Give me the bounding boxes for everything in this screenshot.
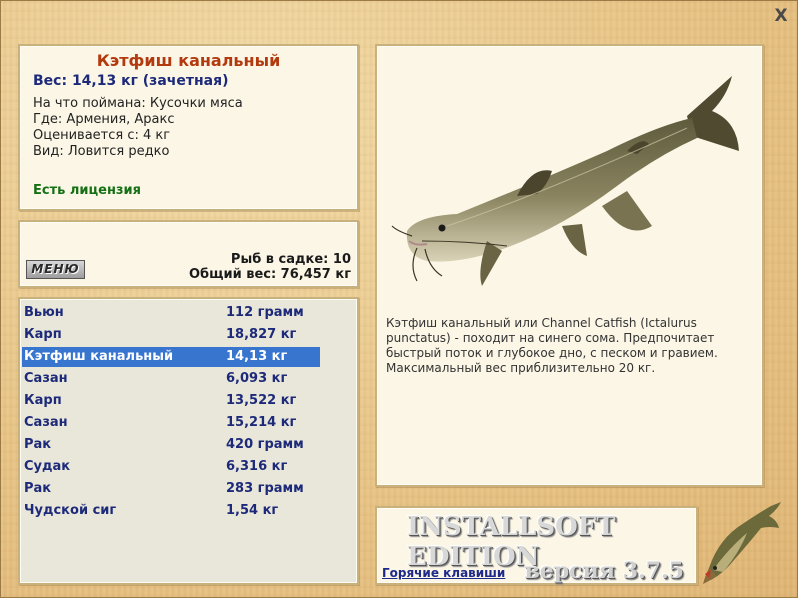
close-button[interactable]: X [771,7,791,25]
catch-row[interactable]: Карп 13,522 кг [22,391,320,411]
catch-name: Вьюн [24,305,64,320]
catch-weight: 283 грамм [226,481,304,496]
catch-row[interactable]: Рак 420 грамм [22,435,320,455]
catch-row[interactable]: Карп 18,827 кг [22,325,320,345]
brand-panel: INSTALLSOFT EDITION Горячие клавиши верс… [375,506,698,585]
catch-row[interactable]: Сазан 6,093 кг [22,369,320,389]
catch-row[interactable]: Судак 6,316 кг [22,457,320,477]
catch-name: Сазан [24,371,68,386]
pike-logo-icon [703,502,781,584]
catch-weight: 112 грамм [226,305,304,320]
catch-list: Вьюн 112 грамм Карп 18,827 кг Кэтфиш кан… [18,297,359,585]
hotkeys-link[interactable]: Горячие клавиши [382,566,505,580]
catch-weight: 420 грамм [226,437,304,452]
kind-info: Вид: Ловится редко [33,144,170,159]
catch-name: Карп [24,327,62,342]
catch-weight: 14,13 кг [226,349,288,364]
catch-row[interactable]: Сазан 15,214 кг [22,413,320,433]
version-label: версия 3.7.5 [524,558,684,584]
catch-weight: 6,316 кг [226,459,288,474]
catch-weight: 15,214 кг [226,415,297,430]
catch-name: Карп [24,393,62,408]
catch-weight: 18,827 кг [226,327,297,342]
fish-count: Рыб в садке: 10 [230,252,351,267]
license-status: Есть лицензия [33,183,141,198]
catch-name: Сазан [24,415,68,430]
catch-weight: 1,54 кг [226,503,279,518]
catch-name: Рак [24,437,52,452]
catch-row-selected[interactable]: Кэтфиш канальный 14,13 кг [22,347,320,367]
catch-weight: 6,093 кг [226,371,288,386]
bait-info: На что поймана: Кусочки мяса [33,96,243,111]
catch-weight: 13,522 кг [226,393,297,408]
fish-weight: Вес: 14,13 кг (зачетная) [33,73,229,89]
catfish-image [391,76,739,286]
catch-row[interactable]: Рак 283 грамм [22,479,320,499]
fish-title: Кэтфиш канальный [96,51,281,70]
catch-name: Кэтфиш канальный [24,349,174,364]
fish-picture-panel: Кэтфиш канальный или Channel Catfish (Ic… [375,44,764,487]
rated-info: Оценивается с: 4 кг [33,128,171,143]
menu-button[interactable]: МЕНЮ [26,260,85,279]
keep-net-panel: МЕНЮ Рыб в садке: 10 Общий вес: 76,457 к… [18,220,359,288]
fish-description: Кэтфиш канальный или Channel Catfish (Ic… [386,316,718,375]
catch-name: Рак [24,481,52,496]
catch-row[interactable]: Вьюн 112 грамм [22,303,320,323]
catch-name: Судак [24,459,71,474]
catch-row[interactable]: Чудской сиг 1,54 кг [22,501,320,521]
total-weight: Общий вес: 76,457 кг [188,267,351,282]
game-window: X Кэтфиш канальный Вес: 14,13 кг (зачетн… [0,0,798,598]
location-info: Где: Армения, Аракс [33,112,175,127]
fish-info-panel: Кэтфиш канальный Вес: 14,13 кг (зачетная… [18,44,359,211]
catch-name: Чудской сиг [24,503,117,518]
